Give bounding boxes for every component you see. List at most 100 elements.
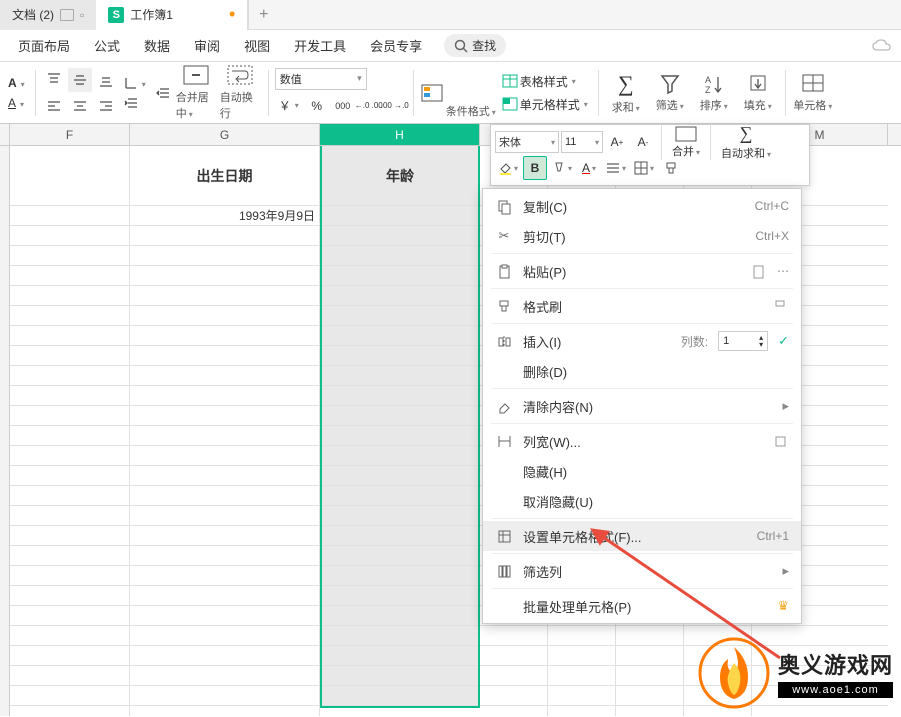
menu-review[interactable]: 审阅 — [184, 32, 230, 59]
ctx-format-painter[interactable]: 格式刷 — [483, 291, 801, 321]
sum-button[interactable]: ∑ 求和 — [605, 65, 647, 121]
ctx-clear[interactable]: 清除内容(N) ▸ — [483, 391, 801, 421]
cell[interactable] — [130, 546, 319, 566]
cell[interactable] — [10, 226, 129, 246]
mini-decrease-font-button[interactable]: A- — [631, 130, 655, 154]
cell[interactable] — [322, 266, 478, 286]
preview-icon[interactable] — [60, 9, 74, 21]
cell[interactable] — [480, 686, 547, 706]
cell[interactable] — [130, 406, 319, 426]
cell[interactable] — [10, 486, 129, 506]
cell[interactable] — [130, 246, 319, 266]
cell[interactable] — [322, 446, 478, 466]
cell[interactable] — [10, 406, 129, 426]
menu-page-layout[interactable]: 页面布局 — [8, 32, 80, 59]
ctx-hide[interactable]: 隐藏(H) — [483, 456, 801, 486]
cell[interactable] — [10, 506, 129, 526]
cell[interactable] — [480, 626, 547, 646]
cond-format-label[interactable]: 条件格式 — [446, 103, 496, 119]
cell[interactable] — [10, 526, 129, 546]
menu-formula[interactable]: 公式 — [84, 32, 130, 59]
mini-merge-button[interactable]: 合并 — [668, 126, 704, 159]
paste-special-icon[interactable] — [749, 262, 767, 280]
cell[interactable] — [322, 386, 478, 406]
cell[interactable] — [322, 346, 478, 366]
cell[interactable] — [480, 666, 547, 686]
dec-decrease-button[interactable]: .00 →.0 — [383, 94, 407, 118]
cell[interactable] — [322, 246, 478, 266]
cond-format-button[interactable] — [420, 83, 444, 103]
cell[interactable] — [322, 526, 478, 546]
mini-font-color-button[interactable]: A — [577, 156, 601, 180]
mini-highlight-button[interactable] — [549, 156, 575, 180]
header-birth-date[interactable]: 出生日期 — [130, 146, 319, 206]
new-tab-button[interactable]: + — [248, 0, 278, 30]
mini-bold-button[interactable]: B — [523, 156, 547, 180]
col-width-ext-icon[interactable] — [771, 432, 789, 450]
cell[interactable] — [322, 306, 478, 326]
document-tab-inactive[interactable]: 文档 (2) ▫ — [0, 0, 96, 30]
cell[interactable] — [322, 226, 478, 246]
orientation-button[interactable] — [120, 74, 150, 92]
cell[interactable] — [10, 206, 129, 226]
col-g-cells[interactable]: 出生日期 1993年9月9日 for(let i=0;i<24;i++)docu… — [130, 146, 320, 716]
cell-style-button[interactable]: 单元格样式 — [498, 94, 592, 115]
ctx-delete[interactable]: 删除(D) — [483, 356, 801, 386]
cell[interactable] — [322, 486, 478, 506]
filter-button[interactable]: 筛选 — [649, 65, 691, 121]
cell[interactable] — [130, 266, 319, 286]
cell[interactable] — [548, 686, 615, 706]
cell[interactable] — [130, 606, 319, 626]
cell[interactable] — [10, 566, 129, 586]
cell[interactable] — [548, 646, 615, 666]
mini-format-painter-button[interactable] — [659, 156, 683, 180]
font-color-button[interactable]: A — [4, 74, 29, 92]
dec-increase-button[interactable]: ←.0 .00 — [357, 94, 381, 118]
cell[interactable] — [480, 646, 547, 666]
cell[interactable] — [130, 586, 319, 606]
cell[interactable] — [130, 366, 319, 386]
cell[interactable] — [130, 646, 319, 666]
ctx-filter-col[interactable]: 筛选列 ▸ — [483, 556, 801, 586]
menu-dev-tools[interactable]: 开发工具 — [284, 32, 356, 59]
cell[interactable] — [10, 606, 129, 626]
auto-wrap-button[interactable]: 自动换行 — [220, 65, 262, 121]
align-top-button[interactable] — [42, 68, 66, 92]
tab-menu-icon[interactable]: ▫ — [80, 8, 84, 22]
cell[interactable] — [130, 346, 319, 366]
cell[interactable] — [322, 686, 478, 706]
cell[interactable] — [10, 666, 129, 686]
col-f-cells[interactable]: for(let i=0;i<25;i++)document.write('<di… — [10, 146, 130, 716]
mini-autosum-button[interactable]: ∑ 自动求和 — [717, 123, 775, 161]
cell[interactable] — [10, 546, 129, 566]
ctx-cut[interactable]: ✂ 剪切(T) Ctrl+X — [483, 221, 801, 251]
ctx-insert[interactable]: 插入(I) 列数: 1▴▾ ✓ — [483, 326, 801, 356]
ctx-batch[interactable]: 批量处理单元格(P) ♛ — [483, 591, 801, 621]
cell[interactable] — [10, 426, 129, 446]
cell[interactable] — [616, 686, 683, 706]
align-middle-button[interactable] — [68, 68, 92, 92]
cell[interactable] — [616, 646, 683, 666]
cell[interactable] — [10, 266, 129, 286]
cell[interactable] — [10, 626, 129, 646]
cell[interactable] — [10, 466, 129, 486]
align-right-button[interactable] — [94, 94, 118, 118]
cell[interactable] — [548, 626, 615, 646]
align-bottom-button[interactable] — [94, 68, 118, 92]
more-icon[interactable]: ⋯ — [777, 264, 789, 278]
mini-align-button[interactable] — [603, 156, 629, 180]
cell[interactable] — [130, 526, 319, 546]
cell[interactable] — [322, 506, 478, 526]
cell[interactable] — [10, 386, 129, 406]
fill-button[interactable]: 填充 — [737, 65, 779, 121]
cell[interactable] — [10, 246, 129, 266]
ctx-copy[interactable]: 复制(C) Ctrl+C — [483, 191, 801, 221]
cell[interactable] — [130, 426, 319, 446]
col-header-f[interactable]: F — [10, 124, 130, 145]
cell[interactable] — [616, 626, 683, 646]
sort-button[interactable]: AZ 排序 — [693, 65, 735, 121]
cell[interactable] — [10, 366, 129, 386]
ctx-format-cells[interactable]: 设置单元格格式(F)... Ctrl+1 — [483, 521, 801, 551]
mini-border-button[interactable] — [631, 156, 657, 180]
cell[interactable] — [322, 666, 478, 686]
